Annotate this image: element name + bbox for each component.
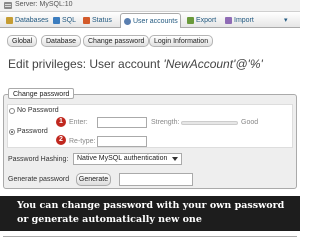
more-icon: ▾	[284, 17, 288, 24]
users-icon	[124, 18, 131, 25]
step-badge-1: 1	[56, 117, 66, 127]
tab-label: Status	[92, 17, 112, 24]
tab-label: Export	[196, 17, 217, 24]
tab-user-accounts[interactable]: User accounts	[120, 13, 181, 28]
tab-label: Import	[234, 17, 254, 24]
caption-banner: You can change password with your own pa…	[0, 196, 300, 231]
generated-password-field[interactable]	[119, 173, 193, 186]
retype-label: Re-type:	[69, 138, 96, 145]
server-link[interactable]: Server: MySQL:10	[15, 1, 73, 8]
account-name: 'NewAccount'@'%'	[163, 57, 263, 71]
tab-export[interactable]: Export	[184, 13, 220, 28]
tab-more[interactable]: ▾	[280, 13, 298, 28]
tab-import[interactable]: Import	[222, 13, 258, 28]
chevron-down-icon	[172, 157, 178, 161]
main-tab-bar: Databases SQL Status User accounts Expor…	[0, 12, 300, 28]
step-badge-2: 2	[56, 135, 66, 145]
generate-password-label: Generate password	[8, 176, 70, 183]
sub-tab-bar: Global Database Change password Login In…	[0, 33, 300, 49]
retype-password-input[interactable]	[97, 136, 147, 147]
tab-label: Databases	[15, 17, 49, 24]
bottom-divider	[3, 236, 297, 237]
import-icon	[225, 17, 232, 24]
server-icon	[4, 2, 12, 9]
password-hashing-label: Password Hashing:	[8, 156, 69, 163]
strength-value: Good	[241, 119, 259, 126]
subtab-change-password[interactable]: Change password	[83, 35, 150, 47]
subtab-login-information[interactable]: Login Information	[149, 35, 214, 47]
strength-label: Strength:	[151, 119, 180, 126]
server-breadcrumb: Server: MySQL:10	[0, 0, 300, 12]
subtab-database[interactable]: Database	[41, 35, 81, 47]
fieldset-legend: Change password	[8, 88, 75, 99]
no-password-radio[interactable]	[9, 108, 15, 114]
database-icon	[6, 17, 13, 24]
enter-label: Enter:	[69, 119, 88, 126]
generate-button[interactable]: Generate	[76, 173, 111, 186]
password-hashing-select[interactable]: Native MySQL authentication	[73, 153, 182, 165]
tab-status[interactable]: Status	[80, 13, 118, 28]
tab-databases[interactable]: Databases	[3, 13, 48, 28]
sql-icon	[53, 17, 60, 24]
tab-sql[interactable]: SQL	[50, 13, 78, 28]
caption-line-2: or generate automatically new one	[17, 214, 202, 225]
page-title: Edit privileges: User account 'NewAccoun…	[8, 57, 263, 71]
strength-meter	[181, 121, 238, 125]
tab-label: User accounts	[133, 18, 178, 25]
password-label[interactable]: Password	[17, 128, 48, 135]
subtab-global[interactable]: Global	[7, 35, 38, 47]
password-hashing-value: Native MySQL authentication	[77, 155, 168, 162]
tab-label: SQL	[62, 17, 77, 24]
no-password-label[interactable]: No Password	[17, 107, 59, 114]
enter-password-input[interactable]	[97, 117, 147, 128]
password-radio[interactable]	[9, 129, 15, 135]
status-icon	[83, 17, 90, 24]
caption-line-1: You can change password with your own pa…	[17, 200, 285, 211]
page-title-prefix: Edit privileges: User account	[8, 57, 164, 71]
export-icon	[187, 17, 194, 24]
